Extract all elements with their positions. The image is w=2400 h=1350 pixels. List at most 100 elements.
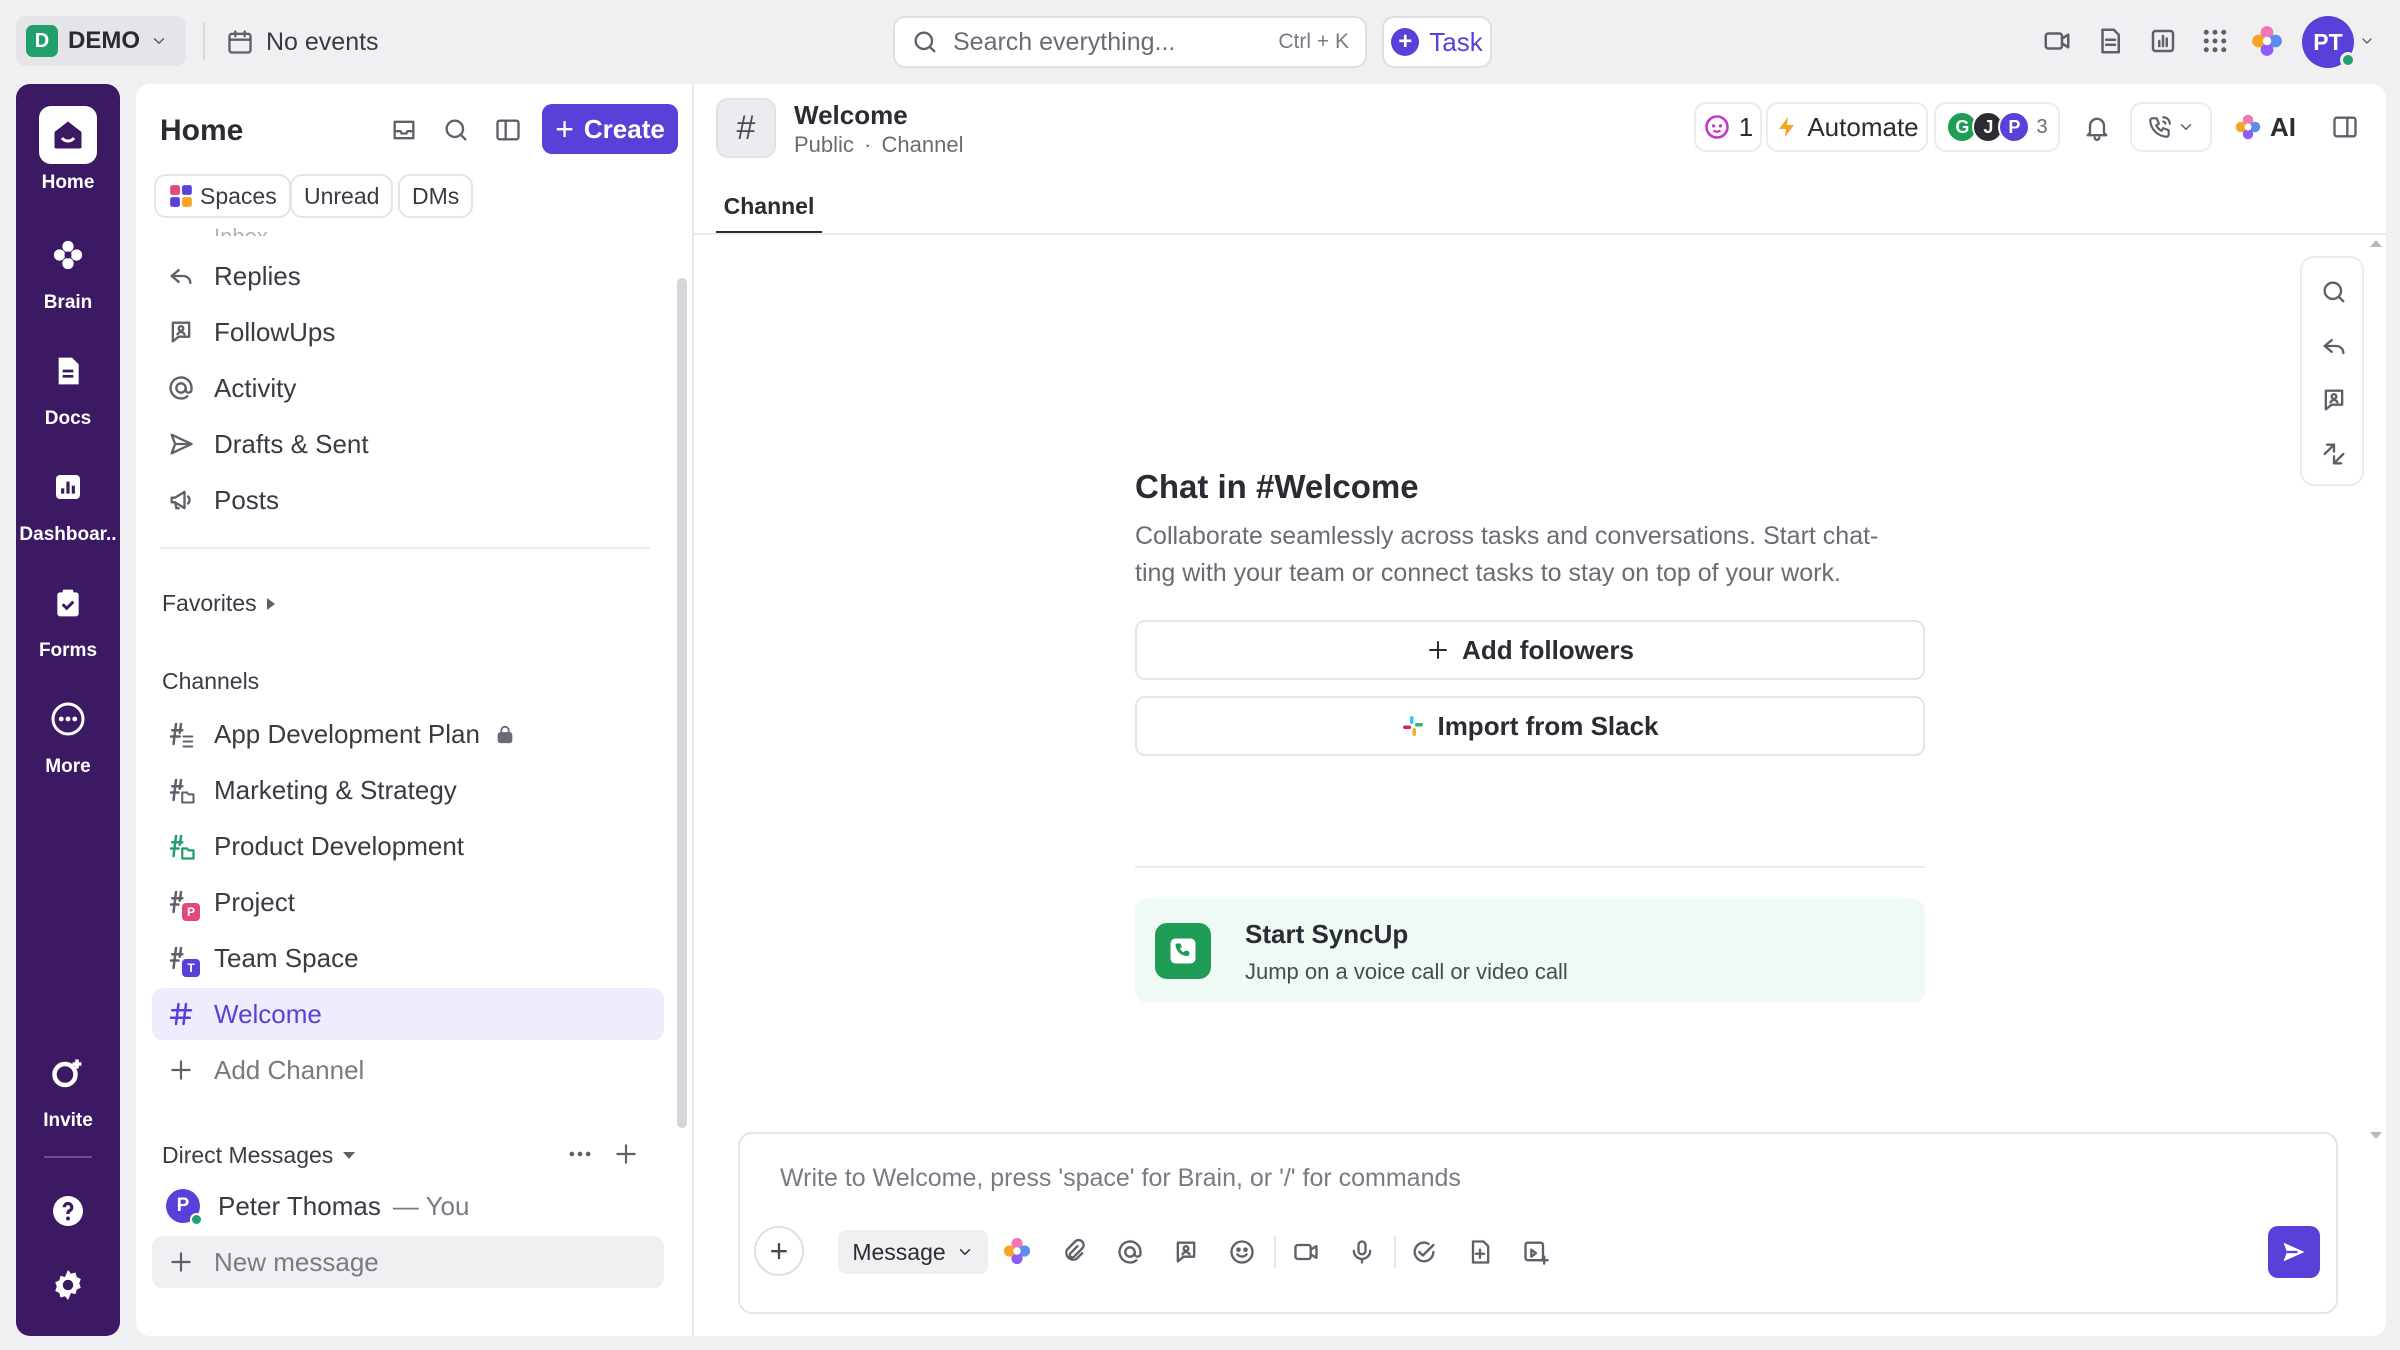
sidebar-scrollbar[interactable] — [677, 278, 687, 1128]
channel-members[interactable]: G J P 3 — [1934, 102, 2060, 152]
rail-item-forms[interactable]: Forms — [16, 574, 120, 662]
agent-count: 1 — [1738, 111, 1754, 142]
new-task-button[interactable]: + Task — [1382, 16, 1492, 68]
video-icon[interactable] — [1290, 1236, 1322, 1268]
hash-space-icon: T — [166, 943, 200, 977]
sidebar-item-followups[interactable]: FollowUps — [152, 306, 664, 358]
sidebar-item-inbox[interactable]: Inbox — [152, 212, 664, 236]
sidebar-item-activity[interactable]: Activity — [152, 362, 664, 414]
at-icon — [166, 373, 196, 403]
clip-icon[interactable] — [1520, 1236, 1552, 1268]
import-slack-button[interactable]: Import from Slack — [1135, 696, 1925, 756]
plus-circle-icon: + — [1391, 28, 1420, 56]
sidebar-item-label: Inbox — [214, 224, 268, 236]
ai-agent-button[interactable]: 1 — [1694, 102, 1762, 152]
followup-icon[interactable] — [1170, 1236, 1202, 1268]
new-message-button[interactable]: New message — [152, 1236, 664, 1288]
video-icon[interactable] — [2040, 24, 2074, 58]
dashboard-icon[interactable] — [2146, 24, 2180, 58]
sidepanel-toggle-icon[interactable] — [2328, 110, 2362, 144]
inbox-icon[interactable] — [388, 114, 420, 146]
automate-button[interactable]: Automate — [1766, 102, 1928, 152]
channel-label: Product Development — [214, 830, 465, 861]
search-icon — [911, 28, 939, 56]
workspace-switcher[interactable]: D DEMO — [16, 16, 186, 66]
slack-icon — [1403, 716, 1424, 736]
syncup-subtitle: Jump on a voice call or video call — [1245, 959, 1568, 984]
sidebar-item-replies[interactable]: Replies — [152, 250, 664, 302]
microphone-icon[interactable] — [1346, 1236, 1378, 1268]
rail-item-dashboards[interactable]: Dashboar.. — [16, 458, 120, 546]
search-icon[interactable] — [440, 114, 472, 146]
ai-brain-icon[interactable] — [2250, 24, 2284, 58]
sidebar-item-drafts[interactable]: Drafts & Sent — [152, 418, 664, 470]
direct-messages-section[interactable]: Direct Messages — [162, 1142, 356, 1169]
favorites-section[interactable]: Favorites — [162, 590, 275, 617]
search-icon[interactable] — [2318, 276, 2350, 308]
start-syncup-card[interactable]: Start SyncUp Jump on a voice call or vid… — [1135, 899, 1925, 1003]
more-horizontal-icon[interactable] — [564, 1138, 596, 1170]
megaphone-icon — [166, 485, 196, 515]
create-label: Create — [583, 113, 665, 144]
reply-icon[interactable] — [2318, 330, 2350, 362]
dm-you-tag: — You — [392, 1190, 470, 1221]
sync-icon[interactable] — [2318, 438, 2350, 470]
scroll-down-arrow[interactable] — [2370, 1132, 2382, 1139]
channels-section[interactable]: Channels — [162, 668, 259, 695]
channel-welcome[interactable]: Welcome — [152, 988, 664, 1040]
layout-toggle-icon[interactable] — [492, 114, 524, 146]
channel-product-development[interactable]: Product Development — [152, 820, 664, 872]
message-type-select[interactable]: Message — [838, 1230, 988, 1274]
ai-brain-icon[interactable] — [1002, 1236, 1034, 1268]
followup-icon[interactable] — [2318, 384, 2350, 416]
bell-icon[interactable] — [2080, 110, 2114, 144]
automate-label: Automate — [1807, 111, 1919, 142]
rail-item-brain[interactable]: Brain — [16, 226, 120, 314]
channel-app-development-plan[interactable]: App Development Plan — [152, 708, 664, 760]
plus-icon[interactable] — [610, 1138, 642, 1170]
channel-team-space[interactable]: T Team Space — [152, 932, 664, 984]
channel-hash-icon[interactable]: # — [716, 98, 776, 158]
hash-folder-icon — [166, 775, 196, 805]
message-composer[interactable]: Write to Welcome, press 'space' for Brai… — [738, 1132, 2338, 1314]
ai-button[interactable]: AI — [2234, 110, 2296, 144]
global-search[interactable]: Search everything... Ctrl + K — [893, 16, 1367, 68]
dashboard-icon — [39, 458, 97, 516]
rail-item-docs[interactable]: Docs — [16, 342, 120, 430]
add-channel-button[interactable]: Add Channel — [152, 1044, 664, 1096]
task-check-icon[interactable] — [1408, 1236, 1440, 1268]
chevron-down-icon[interactable] — [2356, 24, 2378, 58]
rail-item-home[interactable]: Home — [16, 106, 120, 194]
channel-name[interactable]: Welcome — [794, 100, 908, 131]
tab-channel[interactable]: Channel — [716, 182, 822, 234]
rail-item-settings[interactable] — [16, 1256, 120, 1314]
rail-item-invite[interactable]: Invite — [16, 1044, 120, 1132]
gear-icon — [39, 1256, 97, 1314]
filter-label: DMs — [412, 182, 460, 209]
add-doc-icon[interactable] — [1464, 1236, 1496, 1268]
rail-item-more[interactable]: More — [16, 690, 120, 778]
channel-label: Welcome — [214, 998, 322, 1029]
dm-peter-thomas[interactable]: P Peter Thomas — You — [152, 1180, 664, 1232]
composer-add-button[interactable]: + — [754, 1226, 804, 1276]
sidebar-item-posts[interactable]: Posts — [152, 474, 664, 526]
search-placeholder: Search everything... — [953, 27, 1176, 56]
calendar-events[interactable]: No events — [226, 22, 379, 62]
call-button[interactable] — [2130, 102, 2212, 152]
mention-icon[interactable] — [1114, 1236, 1146, 1268]
channel-meta: Public · Channel — [794, 132, 963, 158]
channel-project[interactable]: P Project — [152, 876, 664, 928]
empty-state-description: Collaborate seamlessly across tasks and … — [1135, 522, 1879, 587]
send-button[interactable] — [2268, 1226, 2320, 1278]
channel-marketing-strategy[interactable]: Marketing & Strategy — [152, 764, 664, 816]
brain-icon — [39, 226, 97, 284]
send-icon — [166, 429, 196, 459]
scroll-up-arrow[interactable] — [2370, 240, 2382, 247]
apps-grid-icon[interactable] — [2198, 24, 2232, 58]
add-followers-button[interactable]: Add followers — [1135, 620, 1925, 680]
create-button[interactable]: + Create — [542, 104, 678, 154]
emoji-icon[interactable] — [1226, 1236, 1258, 1268]
notepad-icon[interactable] — [2093, 24, 2127, 58]
paperclip-icon[interactable] — [1058, 1236, 1090, 1268]
rail-item-help[interactable] — [16, 1182, 120, 1240]
